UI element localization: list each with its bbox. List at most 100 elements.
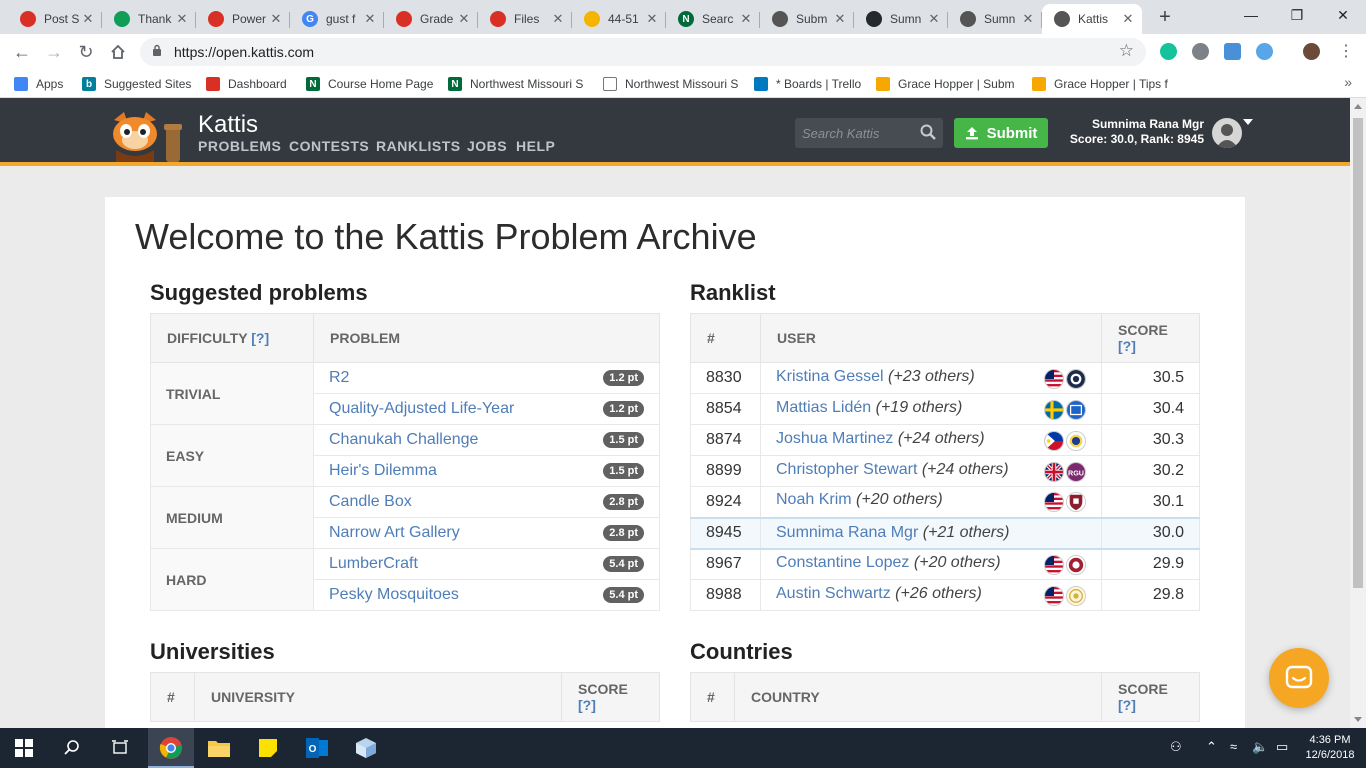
rgu-flag-icon[interactable]: RGU	[1066, 461, 1086, 482]
bookmark-item[interactable]: Dashboard	[206, 76, 287, 92]
sync-extension-icon[interactable]	[1192, 43, 1209, 60]
profile-avatar[interactable]	[1303, 43, 1320, 60]
close-window-button[interactable]: ✕	[1320, 0, 1366, 32]
user-link[interactable]: Mattias Lidén	[776, 399, 871, 416]
submit-button[interactable]: Submit	[954, 118, 1048, 148]
address-bar[interactable]: https://open.kattis.com ☆	[140, 38, 1146, 66]
user-link[interactable]: Austin Schwartz	[776, 585, 891, 602]
nav-help[interactable]: HELP	[516, 138, 555, 154]
translate-extension-icon[interactable]	[1224, 43, 1241, 60]
taskbar-clock[interactable]: 4:36 PM 12/6/2018	[1300, 733, 1360, 763]
university-score-help-link[interactable]: [?]	[578, 697, 596, 713]
problem-link[interactable]: Quality-Adjusted Life-Year	[329, 400, 514, 417]
nav-ranklists[interactable]: RANKLISTS	[376, 138, 461, 154]
ph-flag-icon[interactable]	[1044, 430, 1064, 451]
browser-tab[interactable]: Sumn ✕	[854, 4, 948, 34]
browser-tab[interactable]: Thank ✕	[102, 4, 196, 34]
more-bookmarks-icon[interactable]: »	[1344, 74, 1352, 90]
sticky-notes-icon[interactable]	[256, 736, 280, 760]
user-avatar[interactable]	[1212, 118, 1242, 148]
browser-tab[interactable]: Subm ✕	[760, 4, 854, 34]
user-link[interactable]: Noah Krim	[776, 491, 852, 508]
tab-close-icon[interactable]: ✕	[832, 11, 848, 27]
browser-tab[interactable]: Power ✕	[196, 4, 290, 34]
user-info[interactable]: Sumnima Rana Mgr Score: 30.0, Rank: 8945	[1058, 117, 1204, 147]
user-link[interactable]: Sumnima Rana Mgr	[776, 524, 918, 541]
problem-link[interactable]: Heir's Dilemma	[329, 462, 437, 479]
problem-link[interactable]: Candle Box	[329, 493, 412, 510]
square-blue-flag-icon[interactable]	[1066, 399, 1086, 420]
forward-arrow-icon[interactable]: →	[42, 40, 66, 64]
home-icon[interactable]	[106, 40, 130, 64]
tab-close-icon[interactable]: ✕	[1120, 11, 1136, 27]
wifi-icon[interactable]: ≈	[1230, 739, 1237, 754]
tab-close-icon[interactable]: ✕	[926, 11, 942, 27]
us-flag-icon[interactable]	[1044, 368, 1064, 389]
kattis-cat-logo[interactable]	[106, 110, 186, 162]
seal-red-flag-icon[interactable]	[1066, 554, 1086, 575]
browser-tab[interactable]: Sumn ✕	[948, 4, 1042, 34]
tab-close-icon[interactable]: ✕	[456, 11, 472, 27]
browser-tab[interactable]: Post S ✕	[8, 4, 102, 34]
browser-tab[interactable]: 44-51 ✕	[572, 4, 666, 34]
se-flag-icon[interactable]	[1044, 399, 1064, 420]
user-link[interactable]: Constantine Lopez	[776, 554, 909, 571]
bookmark-star-icon[interactable]: ☆	[1119, 41, 1134, 61]
nav-contests[interactable]: CONTESTS	[289, 138, 369, 154]
problem-link[interactable]: LumberCraft	[329, 555, 418, 572]
file-explorer-icon[interactable]	[207, 736, 231, 760]
minimize-button[interactable]: —	[1228, 0, 1274, 32]
us-flag-icon[interactable]	[1044, 492, 1064, 513]
scroll-thumb[interactable]	[1353, 118, 1363, 588]
tab-close-icon[interactable]: ✕	[80, 11, 96, 27]
chrome-menu-icon[interactable]: ⋮	[1334, 40, 1358, 64]
nav-jobs[interactable]: JOBS	[467, 138, 507, 154]
problem-link[interactable]: Chanukah Challenge	[329, 431, 478, 448]
bookmark-item[interactable]: * Boards | Trello	[754, 76, 861, 92]
chrome-icon[interactable]	[159, 736, 183, 760]
battery-icon[interactable]: ▭	[1276, 739, 1288, 755]
browser-tab[interactable]: N Searc ✕	[666, 4, 760, 34]
us-flag-icon[interactable]	[1044, 585, 1064, 606]
bookmark-item[interactable]: Grace Hopper | Tips f	[1032, 76, 1168, 92]
browser-tab[interactable]: Ggust f ✕	[290, 4, 384, 34]
tab-close-icon[interactable]: ✕	[1020, 11, 1036, 27]
user-menu-caret-icon[interactable]	[1243, 119, 1253, 125]
problem-link[interactable]: Pesky Mosquitoes	[329, 586, 459, 603]
page-scrollbar[interactable]	[1350, 98, 1366, 728]
maximize-button[interactable]: ❐	[1274, 0, 1320, 32]
browser-tab[interactable]: Files ✕	[478, 4, 572, 34]
reload-icon[interactable]: ↻	[74, 40, 98, 64]
app-cube-icon[interactable]	[354, 736, 378, 760]
search-icon[interactable]	[919, 123, 937, 141]
problem-link[interactable]: Narrow Art Gallery	[329, 524, 460, 541]
bookmark-item[interactable]: N Northwest Missouri S	[448, 76, 583, 92]
user-link[interactable]: Joshua Martinez	[776, 430, 893, 447]
kattis-brand[interactable]: Kattis	[198, 111, 258, 139]
bookmark-item[interactable]: N Course Home Page	[306, 76, 433, 92]
chat-launcher-button[interactable]	[1269, 648, 1329, 708]
search-icon[interactable]	[60, 736, 84, 760]
shield-red-flag-icon[interactable]	[1066, 492, 1086, 513]
search-input[interactable]	[802, 124, 912, 142]
score-help-link[interactable]: [?]	[1118, 338, 1136, 354]
browser-tab[interactable]: Kattis ✕	[1042, 4, 1142, 34]
seal-blue-flag-icon[interactable]	[1066, 430, 1086, 451]
tab-close-icon[interactable]: ✕	[362, 11, 378, 27]
volume-mute-icon[interactable]: 🔈	[1252, 739, 1268, 755]
tab-close-icon[interactable]: ✕	[644, 11, 660, 27]
us-flag-icon[interactable]	[1044, 554, 1064, 575]
scroll-up-arrow-icon[interactable]	[1354, 104, 1362, 109]
windows-start-icon[interactable]	[12, 736, 36, 760]
tray-chevron-icon[interactable]: ⌃	[1206, 739, 1217, 755]
seal-gold-flag-icon[interactable]	[1066, 585, 1086, 606]
bookmark-item[interactable]: Northwest Missouri S	[603, 76, 738, 92]
new-tab-button[interactable]: +	[1152, 6, 1178, 30]
gb-flag-icon[interactable]	[1044, 461, 1064, 482]
bookmark-item[interactable]: Grace Hopper | Subm	[876, 76, 1015, 92]
seal-navy-flag-icon[interactable]	[1066, 368, 1086, 389]
user-link[interactable]: Christopher Stewart	[776, 461, 917, 478]
tab-close-icon[interactable]: ✕	[174, 11, 190, 27]
difficulty-help-link[interactable]: [?]	[251, 330, 269, 346]
back-arrow-icon[interactable]: ←	[10, 40, 34, 64]
